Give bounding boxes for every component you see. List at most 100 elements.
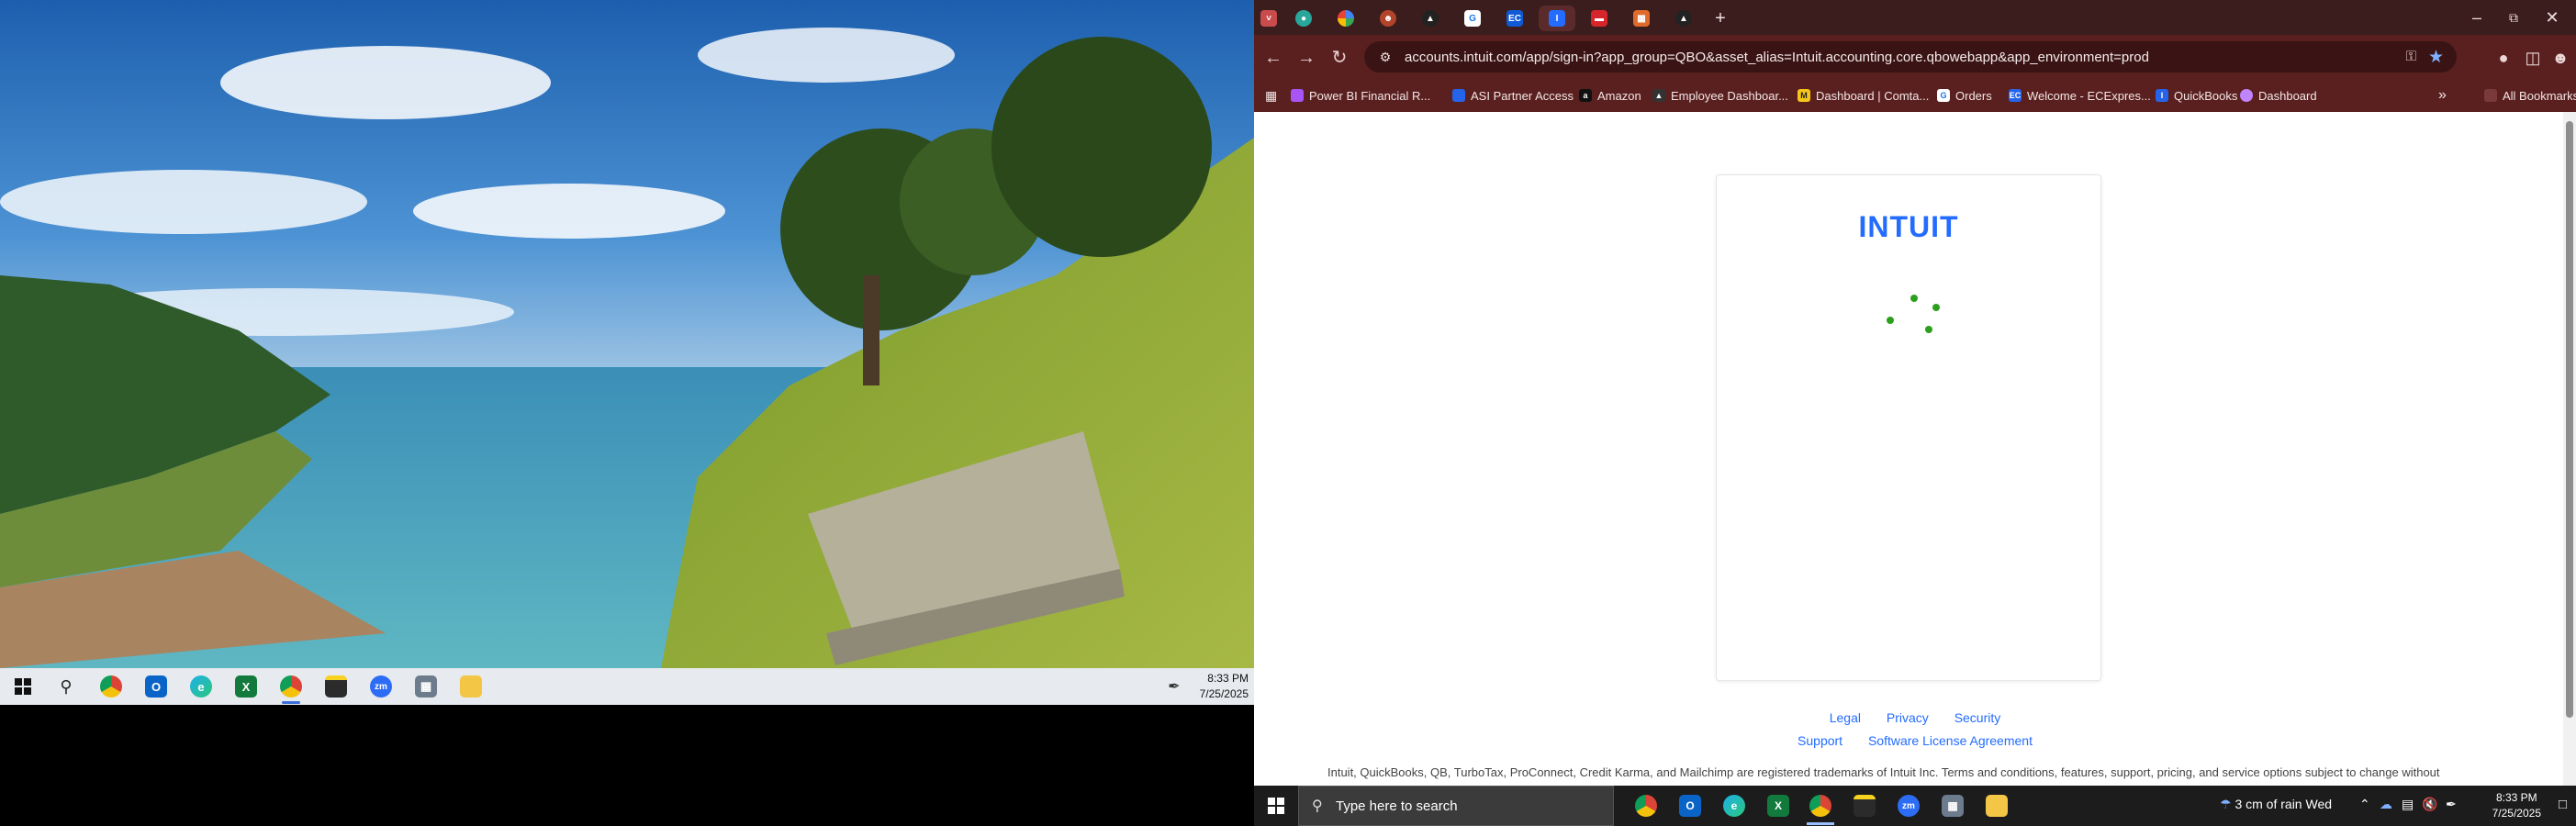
ec-icon: EC (1506, 10, 1523, 27)
edge-icon[interactable]: e (183, 672, 219, 701)
outlook-icon[interactable]: O (138, 672, 174, 701)
red-app-icon: ▬ (1591, 10, 1607, 27)
tab-ec[interactable]: EC (1496, 6, 1533, 31)
chevron-up-icon[interactable]: ⌃ (2359, 797, 2370, 812)
windows-start-icon[interactable] (1254, 786, 1298, 826)
excel-icon[interactable]: X (228, 672, 264, 701)
chrome-profile-icon[interactable] (273, 672, 309, 704)
notification-icon[interactable]: □ (2559, 797, 2567, 812)
extension-circle-icon[interactable]: ● (2492, 46, 2515, 70)
search-placeholder: Type here to search (1336, 798, 1458, 814)
onedrive-cloud-icon[interactable]: ☁ (2380, 797, 2392, 812)
footer-links-row-2: Support Software License Agreement (1254, 733, 2576, 748)
password-key-icon[interactable]: ⚿ (2406, 49, 2416, 64)
url-text[interactable]: accounts.intuit.com/app/sign-in?app_grou… (1405, 50, 2149, 65)
pen-icon[interactable]: ✒ (2446, 797, 2457, 812)
security-link[interactable]: Security (1954, 710, 2001, 725)
weather-widget[interactable]: ☂ 3 cm of rain Wed (2220, 797, 2332, 812)
clock-date: 7/25/2025 (1199, 687, 1249, 700)
search-icon[interactable]: ⚲ (48, 672, 84, 701)
bookmark-item[interactable]: Power BI Financial R... (1291, 87, 1430, 104)
tab-quickbooks-active[interactable]: I (1539, 6, 1575, 31)
chrome-profile-icon[interactable] (1799, 791, 1842, 825)
right-monitor: ˅ ● ☻ ▲ G EC I ▬ ▦ ▲ + – ⧉ ✕ ← → ↻ ⚙ acc… (1254, 0, 2576, 826)
back-arrow-icon[interactable]: ← (1261, 46, 1285, 70)
calculator-icon[interactable]: ▦ (1932, 791, 1974, 820)
bookmark-item[interactable]: a Amazon (1579, 87, 1641, 104)
taskbar-clock[interactable]: 8:33 PM 7/25/2025 (1200, 671, 1249, 702)
tab-google[interactable] (1327, 6, 1364, 31)
apps-grid-icon[interactable]: ▦ (1265, 87, 1277, 104)
privacy-link[interactable]: Privacy (1887, 710, 1929, 725)
forward-arrow-icon[interactable]: → (1294, 46, 1318, 70)
excel-icon[interactable]: X (1757, 791, 1799, 820)
tab-red-app[interactable]: ▬ (1581, 6, 1618, 31)
legal-link[interactable]: Legal (1830, 710, 1861, 725)
tab-search-dropdown[interactable]: ˅ (1258, 6, 1280, 31)
wallpaper-landscape-image (0, 0, 1254, 668)
all-bookmarks-folder[interactable]: All Bookmarks (2484, 87, 2576, 104)
tab-drive-2[interactable]: ▲ (1665, 6, 1702, 31)
support-link[interactable]: Support (1798, 733, 1842, 748)
zoom-icon[interactable]: zm (1887, 791, 1930, 820)
tab-orange-app[interactable]: ▦ (1623, 6, 1660, 31)
bookmark-item[interactable]: Dashboard (2240, 87, 2317, 104)
pen-icon[interactable]: ✒ (1160, 672, 1188, 701)
taskbar-search-box[interactable]: ⚲ Type here to search (1298, 786, 1614, 826)
browser-toolbar: ← → ↻ ⚙ accounts.intuit.com/app/sign-in?… (1254, 35, 2576, 79)
sticky-notes-icon[interactable] (318, 672, 354, 701)
orange-app-icon: ▦ (1633, 10, 1650, 27)
page-scrollbar[interactable] (2563, 112, 2576, 786)
clock-time: 8:33 PM (2495, 791, 2537, 804)
bookmark-item[interactable]: M Dashboard | Comta... (1798, 87, 1929, 104)
chrome-icon[interactable] (93, 672, 129, 701)
calculator-icon[interactable]: ▦ (408, 672, 444, 701)
chrome-icon[interactable] (1625, 791, 1667, 820)
outlook-icon[interactable]: O (1669, 791, 1711, 820)
tab-drive-1[interactable]: ▲ (1412, 6, 1449, 31)
search-icon: ⚲ (1312, 798, 1323, 814)
address-bar[interactable]: ⚙ accounts.intuit.com/app/sign-in?app_gr… (1364, 41, 2457, 73)
bookmark-item[interactable]: EC Welcome - ECExpres... (2009, 87, 2151, 104)
software-license-link[interactable]: Software License Agreement (1868, 733, 2033, 748)
restore-icon[interactable]: ⧉ (2495, 6, 2532, 29)
folder-icon[interactable] (1976, 791, 2018, 820)
windows-start-icon[interactable] (5, 672, 41, 701)
folder-icon[interactable] (453, 672, 489, 701)
tab-globe[interactable]: ● (1285, 6, 1322, 31)
reload-icon[interactable]: ↻ (1327, 46, 1351, 70)
bookmark-item[interactable]: ASI Partner Access (1452, 87, 1574, 104)
profile-avatar-icon[interactable]: ☻ (2548, 46, 2572, 70)
bookmark-item[interactable]: I QuickBooks (2156, 87, 2237, 104)
menu-kebab-icon[interactable]: ⋮ (2570, 46, 2576, 70)
signin-card: INTUIT (1716, 174, 2101, 681)
google-icon (1338, 10, 1354, 27)
profile-icon: ☻ (1380, 10, 1396, 27)
extensions-puzzle-icon[interactable]: ◫ (2521, 46, 2545, 70)
sticky-notes-icon[interactable] (1843, 791, 1886, 820)
minimize-icon[interactable]: – (2458, 6, 2495, 29)
g-icon: G (1464, 10, 1481, 27)
bookmark-item[interactable]: ▲ Employee Dashboar... (1652, 87, 1788, 104)
new-tab-button[interactable]: + (1708, 6, 1733, 31)
close-icon[interactable]: ✕ (2534, 6, 2570, 29)
edge-icon[interactable]: e (1713, 791, 1755, 820)
taskbar-left: ⚲ O e X zm ▦ ✒ 8:33 PM 7/25/2025 (0, 668, 1254, 705)
volume-muted-icon[interactable]: 🔇 (2422, 797, 2437, 812)
page-content: INTUIT Legal Privacy Security Support So… (1254, 112, 2576, 786)
more-bookmarks-chevron-icon[interactable]: » (2438, 87, 2447, 104)
scrollbar-thumb[interactable] (2566, 121, 2573, 718)
bookmark-star-icon[interactable]: ★ (2428, 47, 2444, 68)
network-icon[interactable]: ▤ (2402, 797, 2414, 812)
rain-icon: ☂ (2220, 797, 2232, 811)
tab-g[interactable]: G (1454, 6, 1491, 31)
zoom-icon[interactable]: zm (363, 672, 399, 701)
site-info-icon[interactable]: ⚙ (1377, 49, 1394, 65)
clock-date: 7/25/2025 (2492, 807, 2541, 820)
drive-icon: ▲ (1422, 10, 1439, 27)
bookmark-item[interactable]: G Orders (1937, 87, 1992, 104)
taskbar-clock[interactable]: 8:33 PM 7/25/2025 (2492, 790, 2541, 821)
intuit-logo: INTUIT (1858, 210, 1959, 243)
globe-icon: ● (1295, 10, 1312, 27)
tab-profile[interactable]: ☻ (1370, 6, 1406, 31)
